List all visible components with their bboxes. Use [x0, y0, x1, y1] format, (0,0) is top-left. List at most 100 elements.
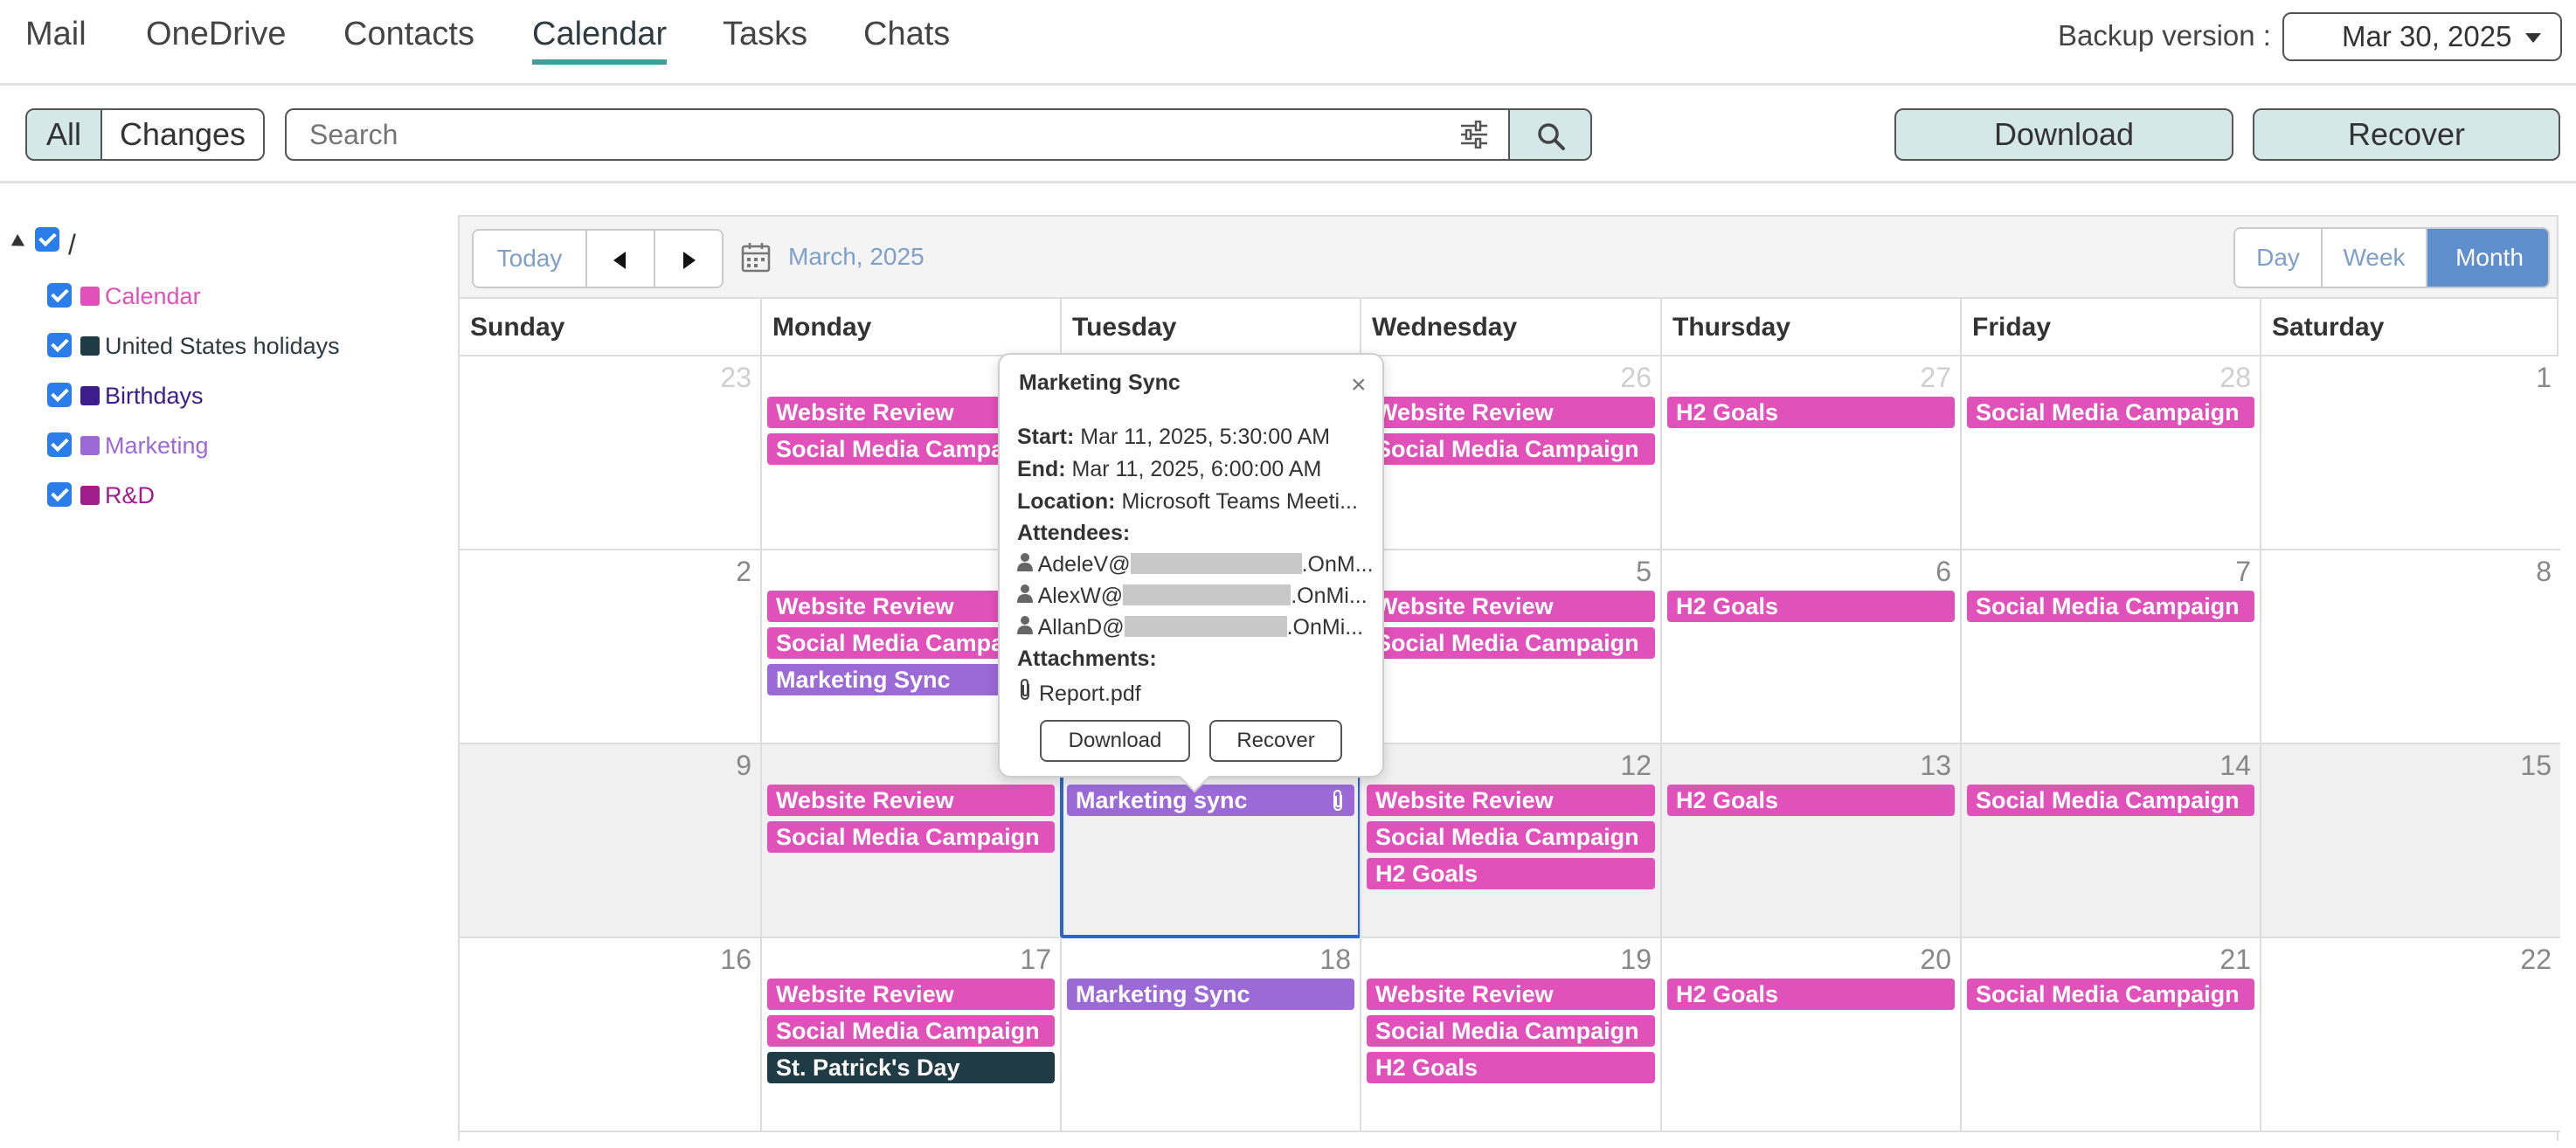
collapse-triangle-icon[interactable] [7, 233, 25, 252]
day-cell[interactable]: 6 H2 Goals [1660, 550, 1960, 744]
color-swatch [80, 287, 100, 306]
day-cell[interactable]: 23 [460, 356, 760, 550]
previous-month-button[interactable] [587, 231, 655, 287]
day-cell[interactable]: 5 Website Review Social Media Campaign [1360, 550, 1660, 744]
today-button[interactable]: Today [474, 231, 587, 287]
current-month-label[interactable]: March, 2025 [788, 243, 924, 271]
popup-download-button[interactable]: Download [1040, 720, 1190, 762]
recover-button[interactable]: Recover [2253, 108, 2560, 161]
calendar-event[interactable]: Social Media Campaign [1967, 591, 2254, 622]
day-cell[interactable]: 26 Website Review Social Media Campaign [1360, 356, 1660, 550]
search-input[interactable] [285, 108, 1510, 161]
calendar-event[interactable]: Social Media Campaign [1367, 1015, 1655, 1047]
event-title: Website Review [776, 399, 954, 425]
day-cell[interactable]: 12 Website Review Social Media Campaign H2 … [1360, 744, 1660, 938]
filter-all-button[interactable]: All [25, 108, 102, 161]
calendar-event[interactable]: H2 Goals [1367, 858, 1655, 889]
search-button[interactable] [1508, 108, 1592, 161]
backup-version-select[interactable]: Mar 30, 2025 [2282, 12, 2562, 61]
filter-sliders-icon[interactable] [1459, 121, 1489, 149]
calendar-event[interactable]: Website Review [1367, 979, 1655, 1010]
tree-checkbox[interactable] [47, 333, 72, 357]
calendar-event[interactable]: Website Review [767, 785, 1055, 816]
tab-onedrive[interactable]: OneDrive [146, 16, 287, 65]
calendar-event[interactable]: Website Review [1367, 397, 1655, 428]
day-cell[interactable]: 1 [2260, 356, 2560, 550]
event-title: Website Review [776, 981, 954, 1007]
calendar-event[interactable]: Website Review [1367, 785, 1655, 816]
calendar-event[interactable]: Website Review [767, 979, 1055, 1010]
calendar-icon[interactable] [741, 241, 771, 273]
weekday-header: Sunday Monday Tuesday Wednesday Thursday Frid… [460, 299, 2557, 356]
day-cell[interactable]: 2 [460, 550, 760, 744]
tree-checkbox[interactable] [47, 283, 72, 308]
day-cell[interactable]: 14 Social Media Campaign [1960, 744, 2260, 938]
view-switcher: Day Week Month [2233, 227, 2550, 288]
calendar-event[interactable]: Social Media Campaign [1367, 627, 1655, 659]
tab-mail[interactable]: Mail [25, 16, 87, 65]
tab-tasks[interactable]: Tasks [723, 16, 807, 65]
day-cell[interactable]: 9 [460, 744, 760, 938]
paperclip-icon [1021, 678, 1029, 701]
download-button[interactable]: Download [1894, 108, 2233, 161]
tree-checkbox[interactable] [47, 383, 72, 407]
tab-calendar[interactable]: Calendar [532, 16, 668, 65]
next-month-button[interactable] [655, 231, 722, 287]
arrow-right-icon [683, 252, 696, 269]
day-cell[interactable]: 17 Website Review Social Media Campaign St.… [760, 938, 1060, 1132]
view-month-button[interactable]: Month [2427, 229, 2548, 287]
calendar-event[interactable]: Social Media Campaign [1367, 821, 1655, 853]
day-cell[interactable]: 28 Social Media Campaign [1960, 356, 2260, 550]
search-icon [1538, 123, 1565, 150]
day-cell[interactable]: 7 Social Media Campaign [1960, 550, 2260, 744]
day-cell[interactable]: 22 [2260, 938, 2560, 1132]
day-cell[interactable]: 27 H2 Goals [1660, 356, 1960, 550]
event-title: Website Review [1375, 981, 1554, 1007]
calendar-event[interactable]: Social Media Campaign [1967, 785, 2254, 816]
event-title: H2 Goals [1375, 861, 1478, 887]
calendar-event[interactable]: H2 Goals [1667, 591, 1955, 622]
weekday-thursday: Thursday [1660, 299, 1960, 356]
calendar-event[interactable]: Social Media Campaign [1367, 433, 1655, 465]
event-title: H2 Goals [1676, 593, 1779, 619]
event-title: Social Media Campaign [1976, 787, 2240, 813]
day-cell[interactable]: 8 [2260, 550, 2560, 744]
calendar-event[interactable]: H2 Goals [1667, 397, 1955, 428]
popup-location: Location: Microsoft Teams Meeti... [1017, 489, 1374, 515]
day-cell[interactable]: 21 Social Media Campaign [1960, 938, 2260, 1132]
root-checkbox[interactable] [35, 227, 59, 252]
day-cell[interactable]: 13 H2 Goals [1660, 744, 1960, 938]
calendar-event[interactable]: Website Review [1367, 591, 1655, 622]
calendar-event[interactable]: Marketing Sync [1067, 979, 1354, 1010]
calendar-event[interactable]: H2 Goals [1367, 1052, 1655, 1083]
tree-checkbox[interactable] [47, 482, 72, 507]
view-day-button[interactable]: Day [2235, 229, 2323, 287]
filter-changes-button[interactable]: Changes [100, 108, 265, 161]
day-cell[interactable]: 20 H2 Goals [1660, 938, 1960, 1132]
attendee-suffix: .OnMi... [1286, 615, 1364, 640]
calendar-event[interactable]: H2 Goals [1667, 785, 1955, 816]
calendar-event[interactable]: Social Media Campaign [767, 1015, 1055, 1047]
calendar-event[interactable]: St. Patrick's Day [767, 1052, 1055, 1083]
calendar-event[interactable]: Social Media Campaign [1967, 397, 2254, 428]
close-icon[interactable]: × [1351, 372, 1367, 398]
tree-item-label: United States holidays [105, 333, 340, 359]
person-icon [1017, 616, 1033, 634]
tree-checkbox[interactable] [47, 432, 72, 457]
tab-chats[interactable]: Chats [863, 16, 950, 65]
day-cell[interactable]: 19 Website Review Social Media Campaign H2 … [1360, 938, 1660, 1132]
day-cell[interactable]: 16 [460, 938, 760, 1132]
attachment-name[interactable]: Report.pdf [1039, 681, 1141, 706]
calendar-event[interactable]: H2 Goals [1667, 979, 1955, 1010]
event-title: Social Media Campaign [776, 1018, 1040, 1044]
day-number: 21 [2219, 944, 2251, 975]
day-cell[interactable]: 18 Marketing Sync [1060, 938, 1360, 1132]
tab-contacts[interactable]: Contacts [343, 16, 474, 65]
top-navigation: Mail OneDrive Contacts Calendar Tasks Ch… [0, 0, 2576, 86]
calendar-event[interactable]: Social Media Campaign [1967, 979, 2254, 1010]
view-week-button[interactable]: Week [2323, 229, 2427, 287]
popup-recover-button[interactable]: Recover [1209, 720, 1342, 762]
calendar-event[interactable]: Social Media Campaign [767, 821, 1055, 853]
attachment-row[interactable]: Report.pdf [1017, 678, 1141, 706]
day-cell[interactable]: 15 [2260, 744, 2560, 938]
